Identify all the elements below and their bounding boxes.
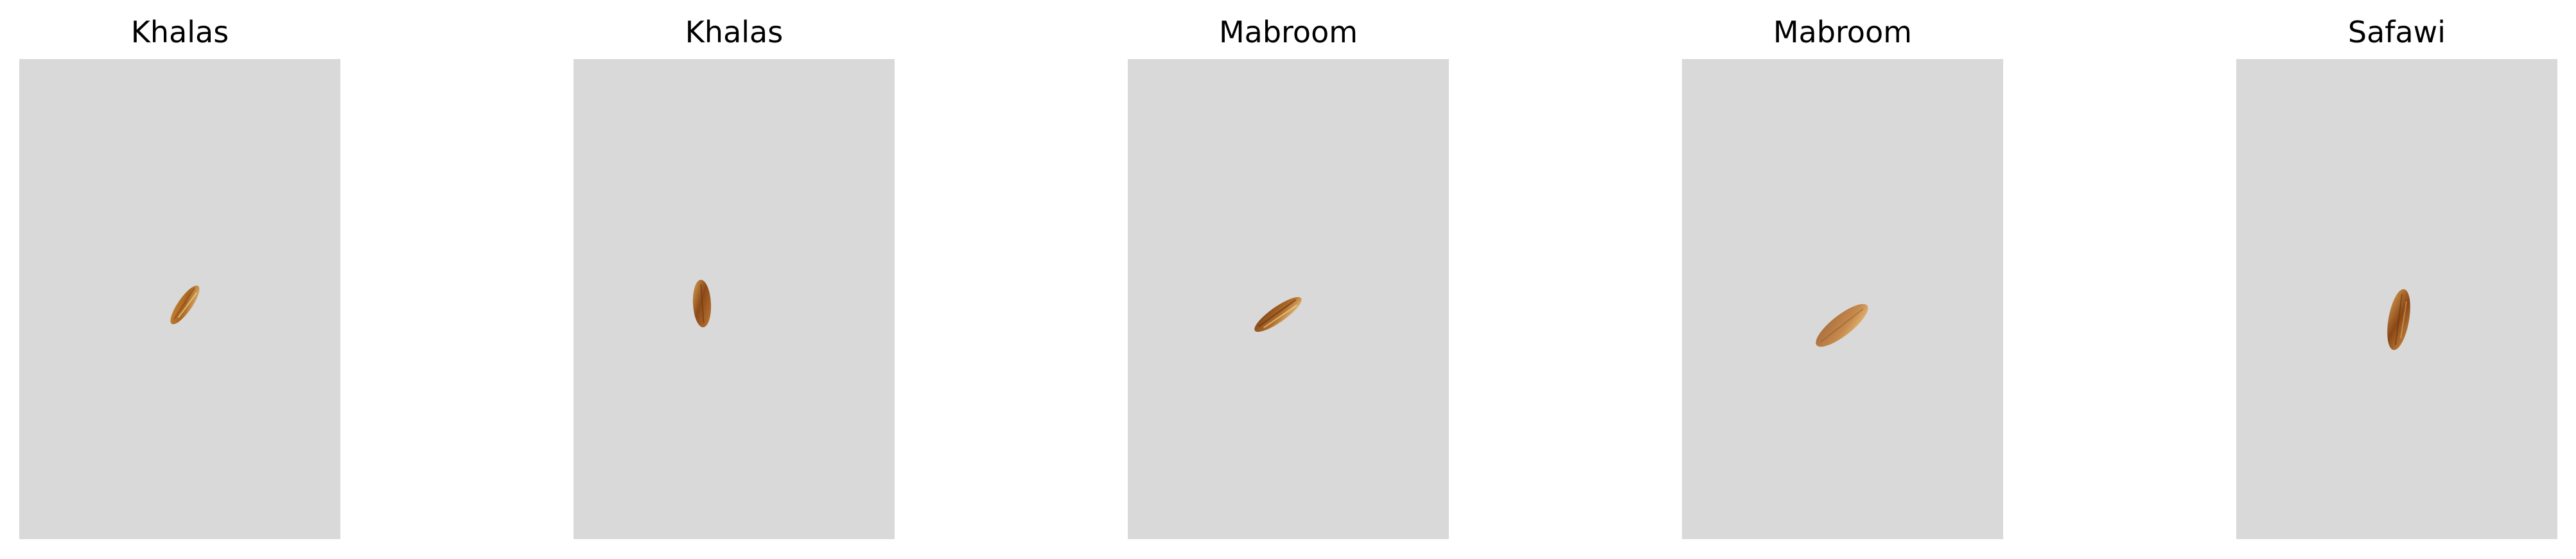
seed-photo xyxy=(19,59,340,539)
date-seed-image xyxy=(2387,289,2410,350)
panel-title: Mabroom xyxy=(1773,15,1913,49)
date-seed-image xyxy=(692,280,712,327)
image-panel-mabroom-1: Mabroom xyxy=(1128,0,1449,559)
image-panel-mabroom-2: Mabroom xyxy=(1682,0,2003,559)
seed-photo xyxy=(1128,59,1449,539)
panel-title: Safawi xyxy=(2347,15,2446,49)
image-panel-khalas-1: Khalas xyxy=(19,0,340,559)
date-seed-image xyxy=(1816,304,1868,347)
panel-title: Mabroom xyxy=(1218,15,1358,49)
date-seed-image xyxy=(170,285,200,325)
seed-photo xyxy=(574,59,895,539)
panel-title: Khalas xyxy=(130,15,229,49)
image-panel-khalas-2: Khalas xyxy=(574,0,895,559)
date-seed-image xyxy=(1254,297,1302,332)
panel-title: Khalas xyxy=(685,15,784,49)
seed-photo xyxy=(1682,59,2003,539)
seed-photo xyxy=(2236,59,2557,539)
image-panel-safawi: Safawi xyxy=(2236,0,2557,559)
